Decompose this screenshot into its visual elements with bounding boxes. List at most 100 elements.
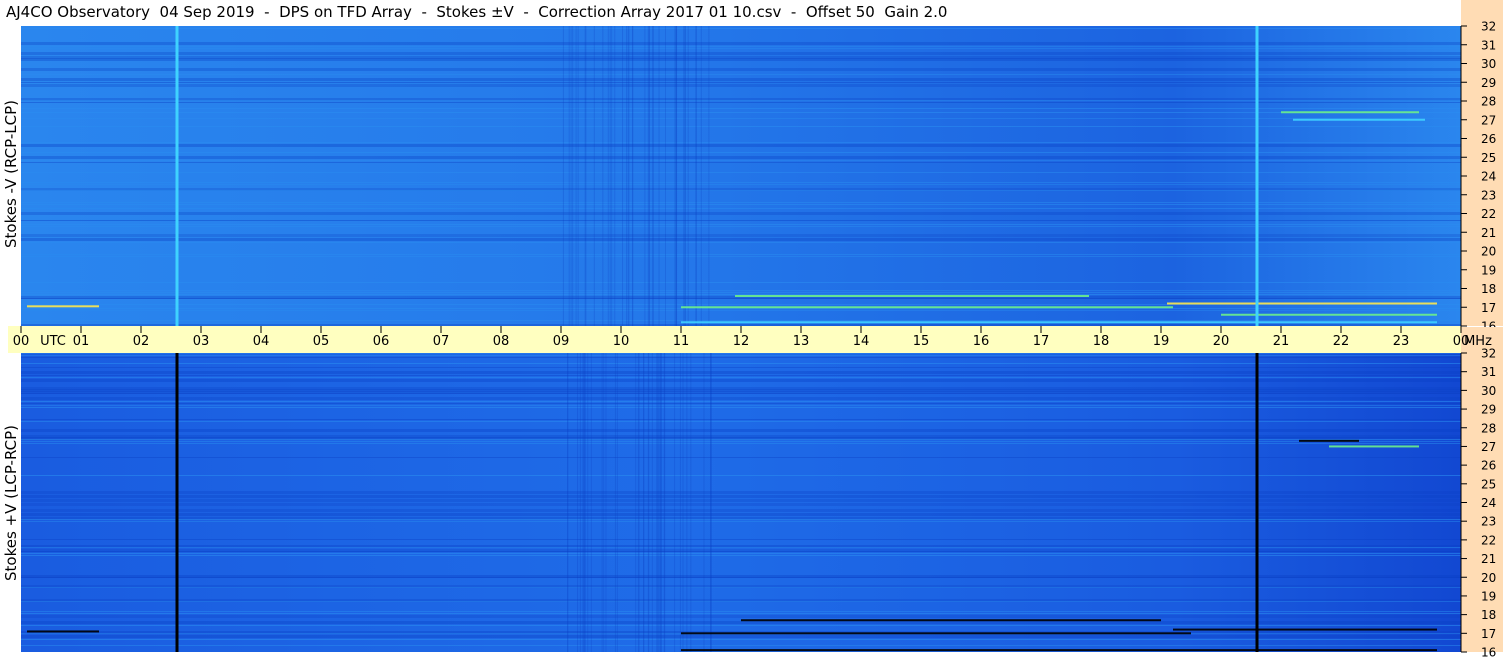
top-noise-band <box>21 100 1461 101</box>
bottom-noise-band <box>21 639 1461 640</box>
bottom-noise-band <box>21 577 1461 578</box>
top-ytick-label: 22 <box>1481 207 1496 221</box>
bottom-noise-band <box>21 645 1461 646</box>
top-ytick-label: 21 <box>1481 226 1496 240</box>
bottom-noise-column <box>658 353 660 652</box>
bottom-noise-column <box>582 353 584 652</box>
bottom-ytick-label: 31 <box>1481 365 1496 379</box>
top-noise-column <box>611 26 613 326</box>
top-noise-column <box>632 26 634 326</box>
y-unit-label: MHz <box>1464 334 1492 349</box>
top-noise-column <box>607 26 609 326</box>
bottom-noise-band <box>21 419 1461 420</box>
top-ytick-label: 18 <box>1481 282 1496 296</box>
bottom-noise-band <box>21 539 1461 540</box>
top-noise-band <box>21 162 1461 163</box>
xtick-label: 10 <box>613 334 630 349</box>
top-noise-band <box>21 48 1461 49</box>
top-noise-band <box>21 108 1461 109</box>
bottom-noise-band <box>21 443 1461 444</box>
bottom-noise-band <box>21 521 1461 522</box>
bottom-noise-band <box>21 429 1461 432</box>
xtick-label: 16 <box>973 334 990 349</box>
top-noise-band <box>21 290 1461 291</box>
top-noise-column <box>675 26 677 326</box>
bottom-noise-band <box>21 513 1461 516</box>
bottom-noise-band <box>21 397 1461 400</box>
bottom-vertical-line-0 <box>175 353 179 652</box>
top-emission-feature-5 <box>1281 111 1419 114</box>
bottom-noise-band <box>21 475 1461 476</box>
xtick-label: 12 <box>733 334 750 349</box>
bottom-noise-column <box>660 353 662 652</box>
top-noise-band <box>21 52 1461 55</box>
bottom-noise-band <box>21 509 1461 512</box>
top-noise-band <box>21 254 1461 255</box>
bottom-noise-column <box>579 353 581 652</box>
bottom-emission-feature-3 <box>1173 628 1437 631</box>
xtick-label: 07 <box>433 334 450 349</box>
top-noise-column <box>658 26 660 326</box>
bottom-noise-column <box>647 353 649 652</box>
top-noise-band <box>21 310 1461 311</box>
xtick-label: 15 <box>913 334 930 349</box>
bottom-noise-column <box>603 353 605 652</box>
spectrogram-plot: 16 17 18 19 20 21 22 23 24 25 26 27 28 29 30 31 32 16 17 18… <box>8 0 1503 660</box>
top-noise-column <box>700 26 702 326</box>
bottom-noise-column <box>656 353 658 652</box>
xtick-label: 03 <box>193 334 210 349</box>
xtick-label: 04 <box>253 334 270 349</box>
top-noise-column <box>648 26 650 326</box>
top-emission-feature-0 <box>27 305 99 308</box>
xtick-label: 06 <box>373 334 390 349</box>
bottom-noise-column <box>710 353 712 652</box>
top-ytick-label: 26 <box>1481 132 1496 146</box>
bottom-vertical-line-1 <box>1255 353 1259 652</box>
bottom-noise-band <box>21 615 1461 618</box>
bottom-noise-column <box>664 353 666 652</box>
top-noise-band <box>21 238 1461 241</box>
bottom-noise-band <box>21 403 1461 404</box>
top-noise-band <box>21 144 1461 147</box>
bottom-emission-feature-4 <box>1329 445 1419 448</box>
bottom-noise-band <box>21 441 1461 442</box>
bottom-noise-column <box>657 353 659 652</box>
x-unit-label: UTC <box>40 334 66 349</box>
top-noise-band <box>21 172 1461 173</box>
top-noise-column <box>577 26 579 326</box>
xtick-label: 08 <box>493 334 510 349</box>
top-noise-band <box>21 184 1461 185</box>
bottom-noise-band <box>21 375 1461 376</box>
bottom-noise-band <box>21 587 1461 588</box>
top-noise-band <box>21 68 1461 71</box>
bottom-noise-band <box>21 371 1461 374</box>
top-noise-band <box>21 226 1461 227</box>
top-noise-band <box>21 46 1461 47</box>
top-noise-band <box>21 28 1461 29</box>
bottom-noise-band <box>21 621 1461 624</box>
bottom-noise-column <box>651 353 653 652</box>
xtick-label: 09 <box>553 334 570 349</box>
top-noise-column <box>684 26 686 326</box>
top-noise-column <box>593 26 595 326</box>
top-noise-column <box>695 26 697 326</box>
top-noise-column <box>652 26 654 326</box>
top-noise-band <box>21 242 1461 243</box>
bottom-noise-band <box>21 495 1461 498</box>
top-noise-band <box>21 160 1461 161</box>
top-ytick-label: 24 <box>1481 170 1496 184</box>
bottom-noise-band <box>21 357 1461 358</box>
bottom-ytick-label: 20 <box>1481 571 1496 585</box>
top-noise-band <box>21 142 1461 143</box>
top-noise-band <box>21 126 1461 127</box>
top-ytick-label: 20 <box>1481 245 1496 259</box>
top-noise-band <box>21 212 1461 215</box>
top-noise-column <box>572 26 574 326</box>
bottom-noise-band <box>21 601 1461 602</box>
top-emission-feature-6 <box>1293 118 1425 121</box>
top-noise-band <box>21 58 1461 61</box>
bottom-noise-band <box>21 553 1461 554</box>
bottom-ytick-label: 24 <box>1481 496 1496 510</box>
top-vertical-line-1 <box>1255 26 1259 326</box>
top-emission-feature-7 <box>681 321 1437 324</box>
